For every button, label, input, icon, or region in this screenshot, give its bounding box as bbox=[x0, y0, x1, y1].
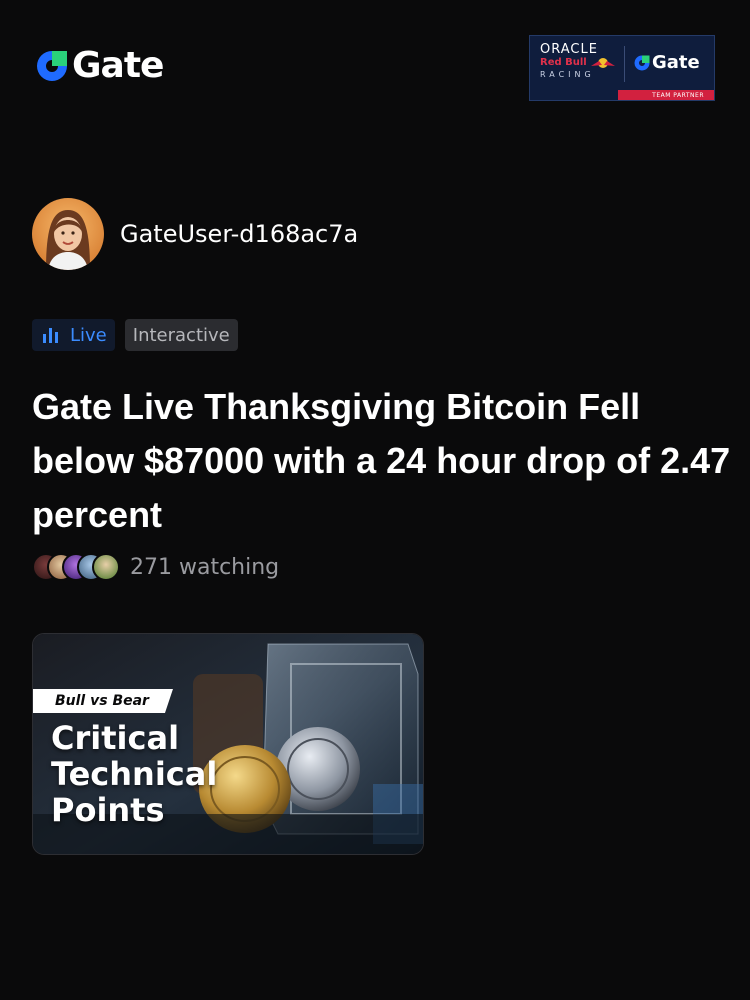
watcher-avatar bbox=[92, 553, 120, 581]
thumbnail-headline: Critical Technical Points bbox=[51, 720, 217, 828]
live-bars-icon bbox=[43, 328, 58, 343]
redbull-bull-icon bbox=[591, 58, 615, 68]
avatar[interactable] bbox=[32, 198, 104, 270]
gate-logo-text: Gate bbox=[72, 45, 164, 86]
tag-list: Live Interactive bbox=[32, 319, 238, 351]
gate-logo[interactable]: Gate bbox=[34, 45, 164, 86]
interactive-tag[interactable]: Interactive bbox=[124, 319, 238, 351]
racing-text: RACING bbox=[540, 70, 595, 79]
post-title[interactable]: Gate Live Thanksgiving Bitcoin Fell belo… bbox=[32, 380, 732, 542]
user-info[interactable]: GateUser-d168ac7a bbox=[32, 198, 358, 270]
gate-logo-icon bbox=[634, 55, 650, 70]
thumbnail-tag: Bull vs Bear bbox=[33, 689, 173, 713]
header: Gate ORACLE Red Bull RACING Gate TEAM PA… bbox=[0, 0, 750, 120]
team-partner-banner[interactable]: ORACLE Red Bull RACING Gate TEAM PARTNER bbox=[529, 35, 715, 101]
watching-count: 271 watching bbox=[130, 554, 280, 580]
team-partner-text: TEAM PARTNER bbox=[652, 92, 704, 99]
redbull-text: Red Bull bbox=[540, 57, 587, 68]
username[interactable]: GateUser-d168ac7a bbox=[120, 220, 358, 248]
watching-row: 271 watching bbox=[32, 553, 279, 581]
partner-gate-logo: Gate bbox=[633, 52, 700, 73]
divider bbox=[624, 46, 625, 82]
oracle-text: ORACLE bbox=[540, 42, 598, 57]
partner-gate-text: Gate bbox=[652, 52, 700, 73]
gate-logo-icon bbox=[37, 51, 67, 81]
watcher-avatars bbox=[32, 553, 120, 581]
live-tag-label: Live bbox=[70, 324, 107, 346]
thumbnail-headline-line: Points bbox=[51, 791, 165, 829]
thumbnail-headline-line: Technical bbox=[51, 755, 218, 793]
avatar-image bbox=[32, 198, 104, 270]
interactive-tag-label: Interactive bbox=[132, 324, 230, 346]
live-tag[interactable]: Live bbox=[32, 319, 115, 351]
stream-thumbnail[interactable]: Bull vs Bear Critical Technical Points bbox=[32, 633, 424, 855]
thumbnail-headline-line: Critical bbox=[51, 719, 180, 757]
